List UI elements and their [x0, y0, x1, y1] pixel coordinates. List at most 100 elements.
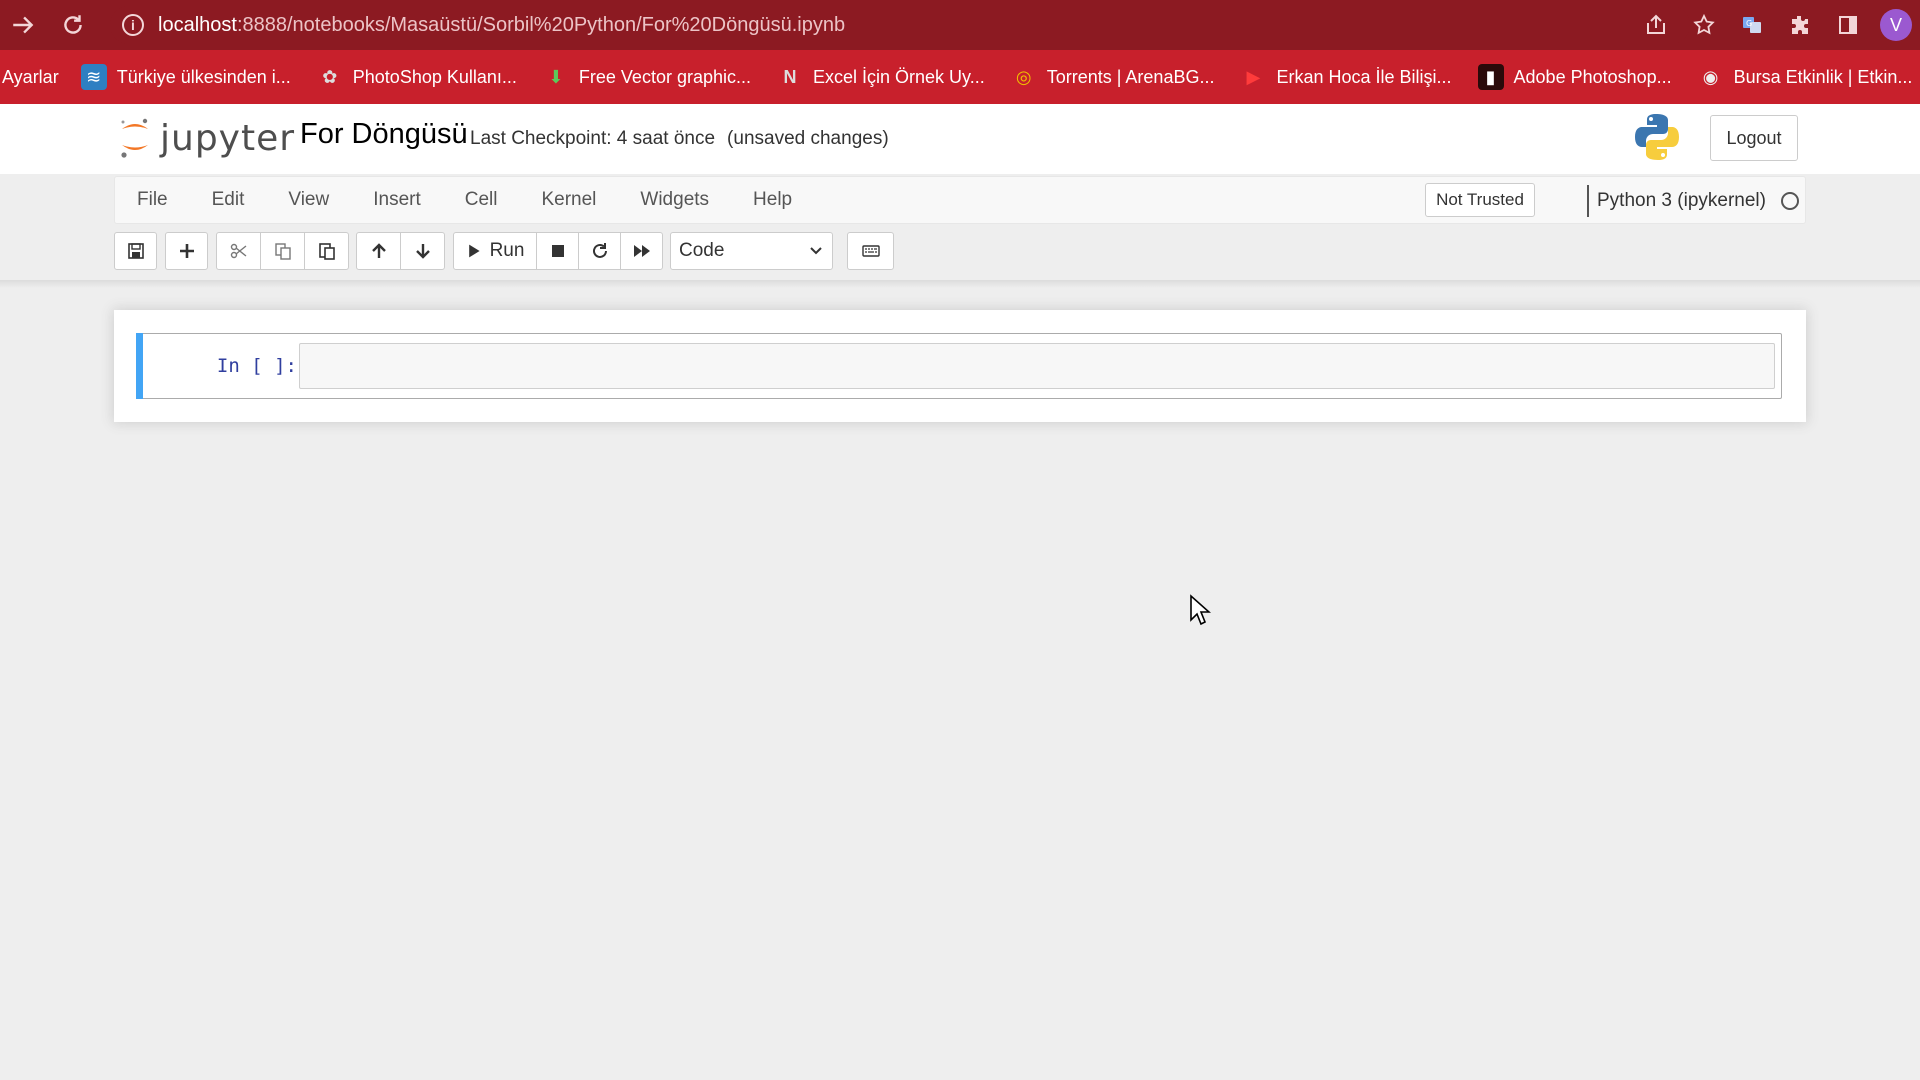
star-icon — [1693, 13, 1715, 35]
command-palette-button[interactable] — [847, 232, 894, 270]
side-panel-button[interactable] — [1824, 0, 1872, 50]
translate-button[interactable]: G — [1728, 0, 1776, 50]
selected-cell-indicator — [136, 333, 143, 399]
puzzle-icon — [1792, 16, 1808, 34]
clipboard-icon — [318, 243, 335, 260]
bookmark-torrents[interactable]: ◎ Torrents | ArenaBG... — [1011, 64, 1215, 90]
notebook-toolbar: Run Code — [114, 232, 914, 272]
code-editor[interactable] — [299, 343, 1775, 389]
restart-run-all-button[interactable] — [620, 232, 663, 270]
avatar: V — [1880, 9, 1912, 41]
forward-button[interactable] — [0, 0, 46, 50]
notebook-container: In [ ]: — [114, 310, 1806, 422]
checkpoint-status: Last Checkpoint: 4 saat önce (unsaved cha… — [470, 128, 889, 150]
paste-button[interactable] — [304, 232, 349, 270]
globe-icon: ◉ — [1702, 66, 1719, 87]
download-arrow-icon: ⬇ — [548, 66, 564, 87]
run-button[interactable]: Run — [453, 232, 537, 270]
arrow-down-icon — [415, 244, 430, 259]
reload-icon — [64, 15, 82, 34]
kernel-name[interactable]: Python 3 (ipykernel) — [1587, 185, 1766, 217]
bookmark-label: Türkiye ülkesinden i... — [116, 66, 291, 87]
menu-kernel[interactable]: Kernel — [519, 176, 618, 224]
cell-type-select[interactable]: Code — [670, 232, 833, 270]
restart-button[interactable] — [578, 232, 621, 270]
bookmark-label: PhotoShop Kullanı... — [352, 66, 517, 87]
unsaved-changes: (unsaved changes) — [727, 128, 889, 149]
browser-toolbar: i localhost:8888/notebooks/Masaüstü/Sorb… — [0, 0, 1920, 50]
info-icon[interactable]: i — [122, 14, 144, 36]
menu-view[interactable]: View — [266, 176, 351, 224]
plus-icon — [179, 244, 194, 258]
scissors-icon — [230, 243, 246, 259]
kernel-idle-indicator-icon — [1781, 192, 1799, 210]
bookmark-free-vector[interactable]: ⬇ Free Vector graphic... — [543, 64, 751, 90]
url-path: :8888/notebooks/Masaüstü/Sorbil%20Python… — [236, 13, 846, 36]
copy-icon — [274, 243, 291, 260]
restart-icon — [592, 243, 607, 258]
logout-button[interactable]: Logout — [1710, 115, 1798, 161]
bookmark-label: Torrents | ArenaBG... — [1046, 66, 1215, 87]
jupyter-header: jupyter For Döngüsü Last Checkpoint: 4 s… — [0, 104, 1920, 174]
jupyter-logo-text: jupyter — [160, 117, 296, 159]
python-logo-icon — [1635, 114, 1679, 160]
input-prompt: In [ ]: — [216, 355, 297, 377]
bookmark-label: Ayarlar — [2, 66, 59, 87]
url-host: localhost — [158, 13, 237, 36]
run-label: Run — [489, 240, 525, 261]
bookmark-label: Bursa Etkinlik | Etkin... — [1733, 66, 1913, 87]
move-down-button[interactable] — [400, 232, 445, 270]
extensions-button[interactable] — [1776, 0, 1824, 50]
bookmarks-bar: Ayarlar ≋ Türkiye ülkesinden i... ✿ Phot… — [0, 50, 1920, 104]
bookmark-excel[interactable]: N Excel İçin Örnek Uy... — [777, 64, 985, 90]
bookmark-label: Excel İçin Örnek Uy... — [813, 66, 985, 87]
notebook-name[interactable]: For Döngüsü — [300, 118, 468, 151]
bookmark-label: Erkan Hoca İle Bilişi... — [1276, 66, 1452, 87]
address-bar[interactable]: i localhost:8888/notebooks/Masaüstü/Sorb… — [110, 6, 1690, 44]
copy-button[interactable] — [260, 232, 305, 270]
excel-icon: N — [783, 66, 797, 87]
menu-widgets[interactable]: Widgets — [618, 176, 731, 224]
mouse-pointer-icon — [1190, 594, 1211, 626]
move-up-button[interactable] — [356, 232, 401, 270]
bookmark-photoshop-kullanim[interactable]: ✿ PhotoShop Kullanı... — [317, 64, 517, 90]
menu-insert[interactable]: Insert — [351, 176, 443, 224]
url-text[interactable]: localhost:8888/notebooks/Masaüstü/Sorbil… — [158, 14, 845, 37]
last-checkpoint: Last Checkpoint: 4 saat önce — [470, 128, 716, 149]
ps-icon: ✿ — [322, 66, 338, 87]
translate-icon: G — [1743, 17, 1761, 33]
menu-edit[interactable]: Edit — [190, 176, 267, 224]
not-trusted-button[interactable]: Not Trusted — [1425, 183, 1535, 217]
keyboard-icon — [861, 245, 880, 257]
reload-button[interactable] — [50, 0, 96, 50]
side-panel-icon — [1839, 16, 1857, 34]
bookmark-adobe-photoshop[interactable]: ▮ Adobe Photoshop... — [1477, 64, 1672, 90]
target-icon: ◎ — [1015, 66, 1032, 87]
interrupt-button[interactable] — [536, 232, 579, 270]
insert-cell-button[interactable] — [165, 232, 208, 270]
jupyter-logo-icon — [121, 118, 148, 158]
wave-icon: ≋ — [80, 64, 107, 90]
save-button[interactable] — [114, 232, 157, 270]
header-shadow — [0, 280, 1920, 288]
arrow-right-icon — [13, 16, 34, 34]
bookmark-bursa-etkinlik[interactable]: ◉ Bursa Etkinlik | Etkin... — [1698, 64, 1913, 90]
menu-cell[interactable]: Cell — [443, 176, 520, 224]
bookmark-ayarlar[interactable]: Ayarlar — [2, 67, 59, 88]
jupyter-logo[interactable]: jupyter — [118, 114, 295, 162]
bookmark-erkan-hoca[interactable]: ▶ Erkan Hoca İle Bilişi... — [1240, 64, 1452, 90]
code-cell[interactable]: In [ ]: — [136, 333, 1782, 399]
youtube-icon: ▶ — [1246, 66, 1261, 87]
bookmark-turkiye[interactable]: ≋ Türkiye ülkesinden i... — [80, 64, 291, 90]
svg-text:G: G — [1746, 19, 1752, 28]
photoshop-icon: ▮ — [1477, 64, 1504, 90]
menu-file[interactable]: File — [115, 176, 190, 224]
arrow-up-icon — [371, 243, 386, 258]
share-button[interactable] — [1632, 0, 1680, 50]
bookmark-star-button[interactable] — [1680, 0, 1728, 50]
menu-help[interactable]: Help — [731, 176, 814, 224]
bookmark-label: Adobe Photoshop... — [1513, 66, 1672, 87]
cut-button[interactable] — [216, 232, 261, 270]
fast-forward-icon — [633, 245, 650, 257]
profile-button[interactable]: V — [1872, 0, 1920, 50]
